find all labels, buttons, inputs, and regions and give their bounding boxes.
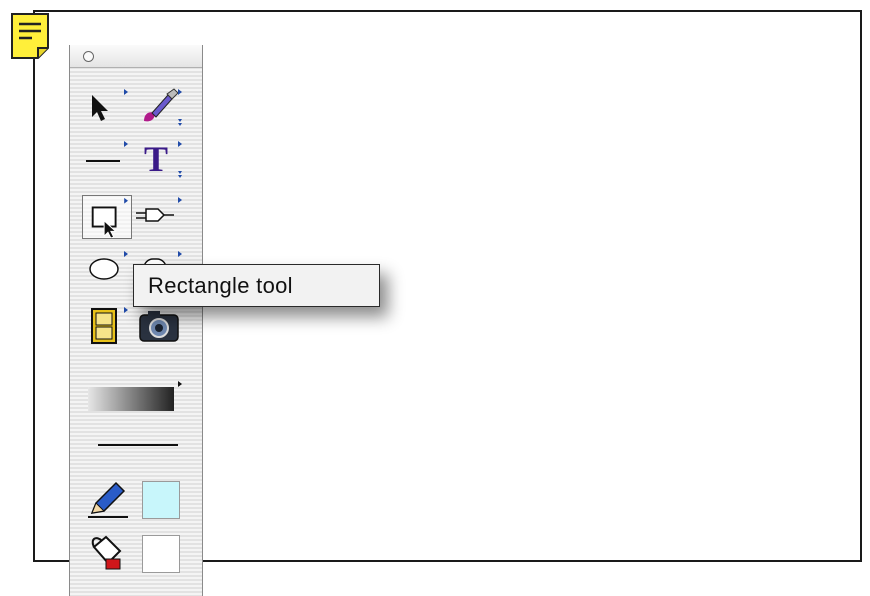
note-icon[interactable]: [10, 12, 50, 60]
pencil-icon[interactable]: [82, 475, 132, 519]
stroke-color-swatch[interactable]: [142, 481, 180, 519]
fill-color-swatch[interactable]: [142, 535, 180, 573]
connector-icon[interactable]: [134, 193, 184, 237]
paintbrush-icon[interactable]: [134, 85, 184, 129]
film-icon[interactable]: [80, 303, 130, 347]
tools-palette: T: [69, 45, 203, 596]
rectangle-icon[interactable]: [82, 195, 132, 239]
gradient-icon[interactable]: [84, 375, 194, 415]
camera-icon[interactable]: [134, 303, 184, 347]
tooltip: Rectangle tool: [133, 264, 380, 307]
palette-titlebar[interactable]: [70, 45, 202, 68]
line-icon[interactable]: [80, 137, 130, 181]
close-icon[interactable]: [83, 51, 94, 62]
selection-arrow-icon[interactable]: [80, 85, 130, 129]
text-tool-icon[interactable]: T: [134, 137, 184, 181]
oval-icon[interactable]: [80, 247, 130, 291]
svg-text:T: T: [144, 139, 168, 179]
line-weight-icon[interactable]: [84, 429, 194, 459]
paint-bucket-icon[interactable]: [82, 529, 132, 573]
